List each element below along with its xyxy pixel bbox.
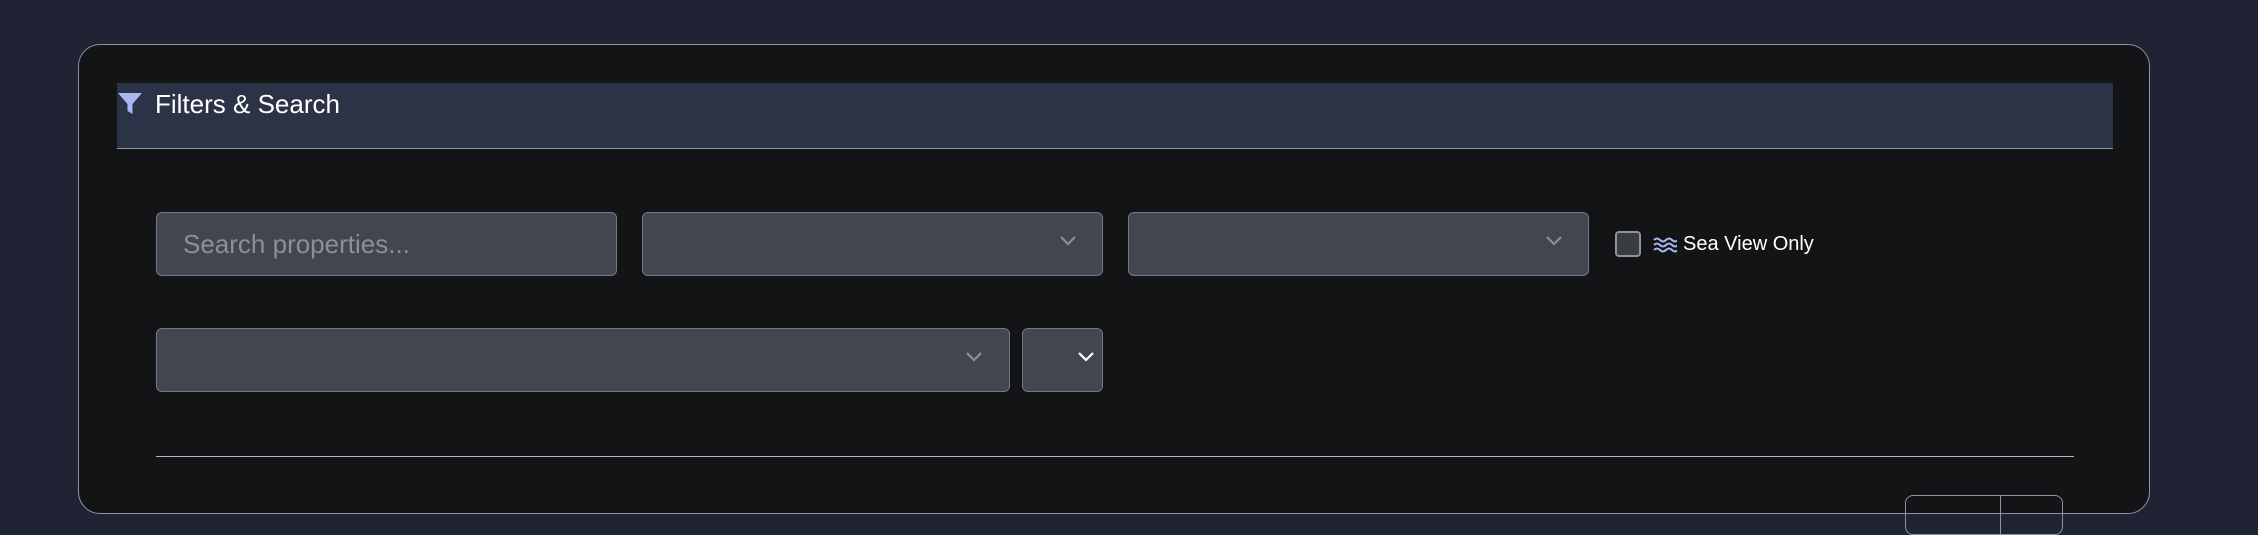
chevron-down-icon bbox=[966, 352, 982, 362]
waves-icon bbox=[1653, 237, 1677, 253]
section-divider bbox=[156, 456, 2074, 457]
select-dropdown-3[interactable] bbox=[156, 328, 1010, 392]
search-input[interactable] bbox=[156, 212, 617, 276]
pagination-separator bbox=[2000, 496, 2001, 534]
chevron-down-icon bbox=[1546, 236, 1562, 246]
chevron-down-icon bbox=[1060, 236, 1076, 246]
funnel-icon bbox=[118, 93, 142, 114]
sea-view-label[interactable]: Sea View Only bbox=[1683, 231, 1814, 257]
chevron-down-icon bbox=[1078, 352, 1094, 362]
select-dropdown-4[interactable] bbox=[1022, 328, 1103, 392]
filters-header: Filters & Search bbox=[117, 83, 2113, 149]
filters-card: Filters & Search Sea View Only bbox=[78, 44, 2150, 535]
pagination-control[interactable] bbox=[1905, 495, 2063, 535]
select-dropdown-1[interactable] bbox=[642, 212, 1103, 276]
select-dropdown-2[interactable] bbox=[1128, 212, 1589, 276]
sea-view-checkbox[interactable] bbox=[1615, 231, 1641, 257]
filters-title: Filters & Search bbox=[155, 89, 340, 119]
